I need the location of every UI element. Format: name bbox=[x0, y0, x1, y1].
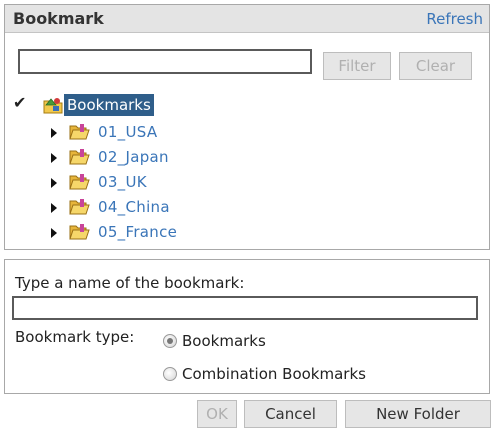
tree-folder-label[interactable]: 02_Japan bbox=[98, 148, 169, 166]
panel-header: Bookmark Refresh bbox=[5, 5, 489, 33]
panel-title: Bookmark bbox=[13, 9, 104, 28]
radio-label[interactable]: Bookmarks bbox=[182, 332, 266, 350]
tree-folder-label[interactable]: 01_USA bbox=[98, 123, 157, 141]
tree-root-bookmarks[interactable]: Bookmarks bbox=[64, 94, 154, 116]
folder-icon bbox=[68, 222, 90, 242]
expand-arrow-icon[interactable] bbox=[51, 203, 57, 213]
folder-icon bbox=[68, 147, 90, 167]
filter-button[interactable]: Filter bbox=[323, 52, 391, 80]
radio-label[interactable]: Combination Bookmarks bbox=[182, 365, 366, 383]
bookmark-name-input[interactable] bbox=[12, 296, 478, 320]
bookmark-type-label: Bookmark type: bbox=[15, 328, 135, 346]
expand-arrow-icon[interactable] bbox=[51, 228, 57, 238]
refresh-link[interactable]: Refresh bbox=[426, 10, 483, 28]
cancel-button[interactable]: Cancel bbox=[244, 400, 337, 428]
bookmarks-root-icon bbox=[42, 95, 64, 115]
checkmark-icon: ✔ bbox=[13, 93, 27, 112]
tree-folder-label[interactable]: 05_France bbox=[98, 223, 177, 241]
tree-folder-label[interactable]: 04_China bbox=[98, 198, 170, 216]
radio-button-selected[interactable] bbox=[163, 334, 177, 348]
folder-icon bbox=[68, 197, 90, 217]
radio-dot-icon bbox=[167, 338, 173, 344]
name-prompt-label: Type a name of the bookmark: bbox=[15, 274, 245, 292]
expand-arrow-icon[interactable] bbox=[51, 128, 57, 138]
new-folder-button[interactable]: New Folder bbox=[345, 400, 491, 428]
tree-folder-label[interactable]: 03_UK bbox=[98, 173, 147, 191]
folder-icon bbox=[68, 122, 90, 142]
clear-button[interactable]: Clear bbox=[399, 52, 472, 80]
folder-icon bbox=[68, 172, 90, 192]
filter-input[interactable] bbox=[18, 49, 312, 74]
radio-button[interactable] bbox=[163, 367, 177, 381]
expand-arrow-icon[interactable] bbox=[51, 153, 57, 163]
ok-button[interactable]: OK bbox=[197, 400, 237, 428]
expand-arrow-icon[interactable] bbox=[51, 178, 57, 188]
